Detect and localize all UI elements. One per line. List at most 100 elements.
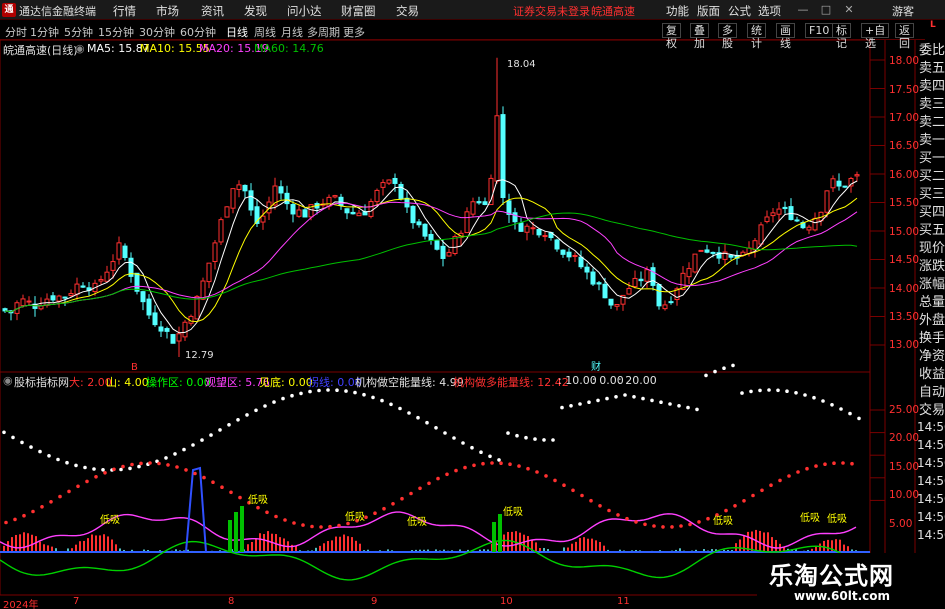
candle-body bbox=[764, 216, 770, 223]
candle-body bbox=[530, 227, 536, 230]
candle-body bbox=[584, 266, 590, 273]
candle-body bbox=[230, 188, 236, 209]
candle-body bbox=[512, 212, 518, 223]
candle-body bbox=[374, 189, 380, 203]
indicator-red-dot bbox=[103, 471, 107, 475]
minimize-button[interactable]: — bbox=[795, 2, 811, 18]
candle-body bbox=[26, 300, 32, 303]
indicator-red-dot bbox=[76, 484, 80, 489]
period-1min[interactable]: 1分钟 bbox=[30, 24, 59, 40]
indicator-red-dot bbox=[436, 476, 440, 481]
menu-ask[interactable]: 问小达 bbox=[287, 3, 322, 19]
tool-draw[interactable]: 画线 bbox=[776, 23, 795, 50]
indicator-red-dot bbox=[4, 520, 8, 525]
chart-canvas[interactable]: 低吸低吸低吸 低吸低吸低吸 低吸 低吸 18.04 12.79 B 财 bbox=[0, 0, 945, 609]
indicator-white-dot bbox=[29, 445, 33, 449]
menu-quotes[interactable]: 行情 bbox=[113, 3, 136, 19]
indicator-white-dot bbox=[191, 443, 195, 447]
app-title: 通达信金融终端 bbox=[19, 5, 96, 18]
tool-multi-stock[interactable]: 多股 bbox=[718, 23, 737, 50]
indicator-white-dot bbox=[380, 398, 384, 403]
indicator-white-dot bbox=[821, 399, 825, 403]
price-tick: 14.50 bbox=[889, 254, 920, 266]
period-60min[interactable]: 60分钟 bbox=[180, 24, 216, 40]
menu-news[interactable]: 资讯 bbox=[201, 3, 224, 19]
close-button[interactable]: ✕ bbox=[841, 2, 857, 18]
indicator-red-dot bbox=[391, 502, 395, 506]
indicator-red-dot bbox=[31, 509, 35, 514]
period-toolbar: 分时 1分钟 5分钟 15分钟 30分钟 60分钟 日线 周线 月线 多周期 更… bbox=[0, 21, 945, 50]
ind-tick: 5.00 bbox=[889, 518, 913, 530]
period-15min[interactable]: 15分钟 bbox=[98, 24, 134, 40]
indicator-white-dot bbox=[542, 438, 546, 442]
candle-body bbox=[380, 182, 386, 188]
indicator-white-dot bbox=[11, 435, 15, 440]
indicator-red-dot bbox=[634, 520, 638, 524]
indicator-settings-icon[interactable]: ◉ bbox=[3, 374, 13, 387]
candle-body bbox=[698, 249, 704, 252]
period-intraday[interactable]: 分时 bbox=[5, 24, 27, 40]
candle-body bbox=[212, 242, 218, 263]
indicator-red-dot bbox=[229, 490, 233, 495]
ma-settings-icon[interactable]: ◉ bbox=[75, 42, 85, 55]
candle-body bbox=[626, 288, 632, 295]
indicator-red-dot bbox=[427, 481, 431, 486]
order-book-label: 买五 bbox=[919, 223, 945, 238]
tool-stats[interactable]: 统计 bbox=[747, 23, 766, 50]
indicator-white-dot bbox=[164, 456, 168, 460]
period-30min[interactable]: 30分钟 bbox=[139, 24, 175, 40]
tool-adjust[interactable]: 复权 bbox=[662, 23, 681, 50]
menu-wealth[interactable]: 财富圈 bbox=[341, 3, 376, 19]
order-book-label: 卖二 bbox=[919, 115, 945, 130]
order-book-label: 收益 bbox=[919, 367, 945, 382]
watermark-text: 乐淘公式网 bbox=[769, 562, 894, 590]
period-daily[interactable]: 日线 bbox=[226, 24, 248, 40]
order-book-label: 现价 bbox=[919, 241, 945, 256]
price-chart-header: 皖通高速(日线) ◉ MA5: 15.87 MA10: 15.55 MA20: … bbox=[0, 41, 870, 57]
candle-body bbox=[854, 174, 860, 177]
tool-overlay[interactable]: 叠加 bbox=[690, 23, 709, 50]
candle-body bbox=[110, 261, 116, 271]
indicator-white-dot bbox=[83, 465, 87, 470]
period-5min[interactable]: 5分钟 bbox=[64, 24, 93, 40]
indicator-white-dot bbox=[812, 395, 816, 400]
ind-short-energy: 机构做空能量线: 4.99 bbox=[355, 376, 464, 389]
tool-back[interactable]: 返回 bbox=[895, 23, 914, 50]
menu-layout[interactable]: 版面 bbox=[697, 3, 720, 19]
candle-body bbox=[146, 298, 152, 316]
indicator-red-dot bbox=[283, 518, 287, 522]
candle-body bbox=[536, 228, 542, 236]
ind-operate: 操作区: 0.00 bbox=[146, 376, 211, 389]
menu-market[interactable]: 市场 bbox=[156, 3, 179, 19]
period-more[interactable]: 更多 bbox=[343, 24, 365, 40]
period-weekly[interactable]: 周线 bbox=[254, 24, 276, 40]
indicator-white-dot bbox=[668, 402, 672, 406]
guest-account[interactable]: 游客 bbox=[892, 3, 914, 19]
period-multi[interactable]: 多周期 bbox=[307, 24, 340, 40]
candle-body bbox=[650, 267, 656, 286]
tool-f10[interactable]: F10 bbox=[805, 23, 834, 38]
indicator-red-dot bbox=[382, 506, 386, 511]
indicator-white-dot bbox=[515, 433, 519, 438]
menu-trade[interactable]: 交易 bbox=[396, 3, 419, 19]
menu-options[interactable]: 选项 bbox=[758, 3, 781, 19]
menu-discover[interactable]: 发现 bbox=[244, 3, 267, 19]
login-status-warning[interactable]: 证券交易未登录 bbox=[513, 3, 590, 19]
tool-add-watchlist[interactable]: +自选 bbox=[861, 23, 890, 50]
time-label: 14:50 bbox=[917, 510, 945, 524]
indicator-red-dot bbox=[814, 464, 818, 468]
tool-mark[interactable]: 标记 bbox=[832, 23, 851, 50]
indicator-white-dot bbox=[308, 389, 312, 394]
indicator-white-dot bbox=[632, 395, 636, 399]
maximize-button[interactable]: □ bbox=[818, 2, 834, 18]
indicator-white-dot bbox=[407, 411, 411, 415]
candle-body bbox=[692, 253, 698, 273]
menu-formula[interactable]: 公式 bbox=[728, 3, 751, 19]
order-book-label: 交易 bbox=[919, 403, 945, 418]
indicator-red-dot bbox=[616, 513, 620, 517]
low-buy-label: 低吸 bbox=[248, 493, 268, 506]
candle-body bbox=[194, 295, 200, 320]
menu-functions[interactable]: 功能 bbox=[666, 3, 689, 19]
candle-body bbox=[68, 293, 74, 296]
period-monthly[interactable]: 月线 bbox=[281, 24, 303, 40]
